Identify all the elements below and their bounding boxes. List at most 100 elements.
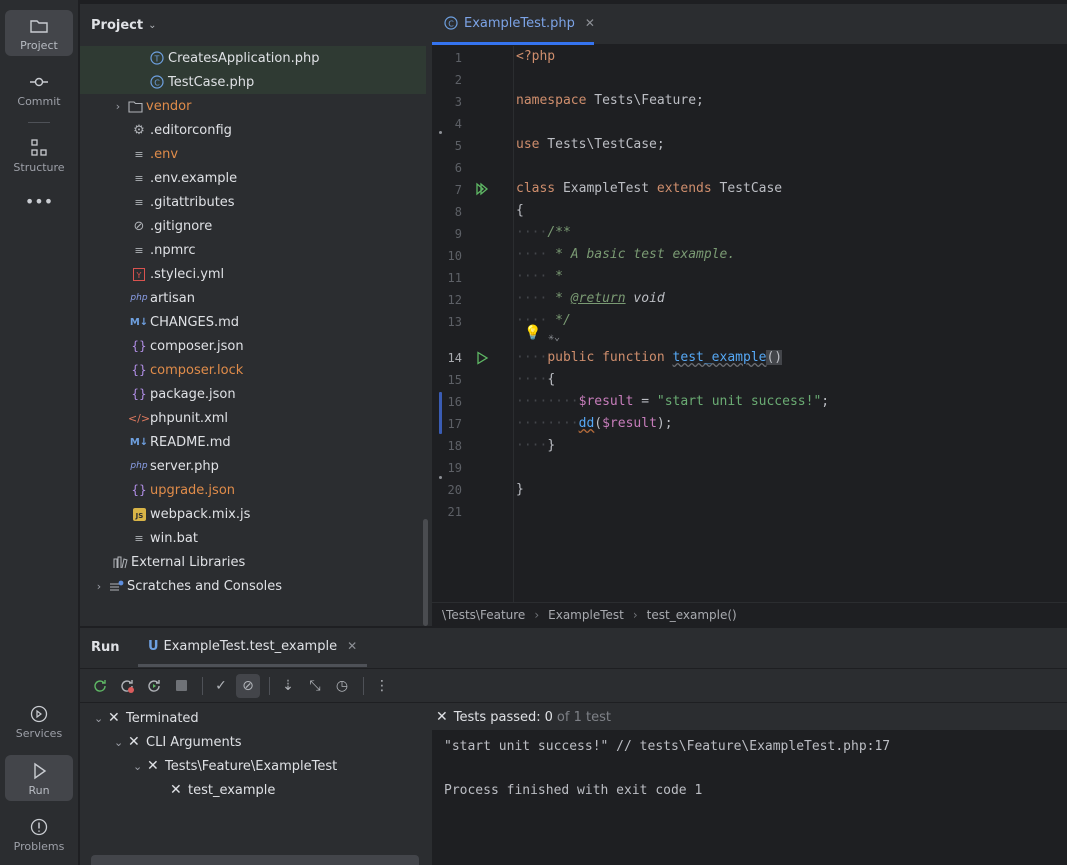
tree-item-readme-md[interactable]: M↓ README.md (80, 430, 426, 454)
tree-item-env[interactable]: ≡ .env (80, 142, 426, 166)
tree-item-webpack-mix[interactable]: JS webpack.mix.js (80, 502, 426, 526)
chevron-right-icon[interactable]: › (110, 100, 126, 113)
code-line: ···· * @return void (516, 291, 665, 306)
toggle-auto-test-icon[interactable] (142, 674, 166, 698)
stop-icon[interactable] (169, 674, 193, 698)
sort-alphabetically-icon[interactable]: ⇣ (276, 674, 300, 698)
line-number: 13 (447, 315, 462, 329)
project-panel-title: Project (91, 17, 144, 33)
close-icon[interactable]: ✕ (585, 16, 595, 30)
run-test-icon[interactable] (475, 351, 489, 365)
tree-item-phpunit-xml[interactable]: </> phpunit.xml (80, 406, 426, 430)
fold-marker (439, 131, 442, 134)
project-tool-button[interactable]: Project (5, 10, 73, 56)
show-passed-icon[interactable]: ✓ (209, 674, 233, 698)
test-history-icon[interactable]: ◷ (330, 674, 354, 698)
svg-text:C: C (154, 78, 160, 87)
chevron-down-icon[interactable]: ⌄ (114, 736, 128, 749)
folder-icon (30, 20, 48, 33)
code-line: class ExampleTest extends TestCase (516, 181, 783, 196)
code-line: use Tests\TestCase; (516, 137, 665, 152)
fold-marker (439, 476, 442, 479)
run-tool-button[interactable]: Run (5, 755, 73, 801)
php-file-icon: php (130, 293, 148, 303)
commit-tool-button[interactable]: Commit (5, 66, 73, 112)
tree-item-external-libraries[interactable]: External Libraries (80, 550, 426, 574)
line-number: 3 (454, 95, 462, 109)
text-file-icon: ≡ (134, 171, 144, 185)
run-class-icon[interactable] (475, 182, 489, 196)
tree-item-composer-lock[interactable]: {} composer.lock (80, 358, 426, 382)
more-icon: ••• (24, 192, 54, 211)
collapse-all-icon[interactable]: ⤡ (303, 674, 327, 698)
show-ignored-icon[interactable]: ⊘ (236, 673, 260, 698)
tree-item-editorconfig[interactable]: ⚙ .editorconfig (80, 118, 426, 142)
library-icon (111, 554, 129, 570)
structure-icon (31, 139, 47, 156)
tree-item-env-example[interactable]: ≡ .env.example (80, 166, 426, 190)
tree-item-gitattributes[interactable]: ≡ .gitattributes (80, 190, 426, 214)
tree-item-composer-json[interactable]: {} composer.json (80, 334, 426, 358)
tree-item-npmrc[interactable]: ≡ .npmrc (80, 238, 426, 262)
breadcrumb-method[interactable]: test_example() (647, 608, 737, 622)
test-node-label: Terminated (126, 710, 199, 726)
problems-tool-button[interactable]: Problems (5, 811, 73, 857)
test-node-exampletest[interactable]: ⌄ ✕ Tests\Feature\ExampleTest (133, 755, 337, 777)
folder-icon (126, 98, 144, 114)
project-panel-header[interactable]: Project ⌄ (80, 4, 432, 46)
vcs-change-marker[interactable] (439, 392, 442, 434)
svg-text:C: C (448, 19, 454, 28)
tree-item-artisan[interactable]: php artisan (80, 286, 426, 310)
tree-item-upgrade-json[interactable]: {} upgrade.json (80, 478, 426, 502)
breadcrumb-class[interactable]: ExampleTest (548, 608, 624, 622)
structure-tool-button[interactable]: Structure (5, 132, 73, 178)
failed-icon: ✕ (128, 734, 140, 750)
project-scrollbar[interactable] (423, 519, 428, 626)
more-options-icon[interactable]: ⋮ (370, 674, 394, 698)
run-console[interactable]: ✕ Tests passed: 0 of 1 test "start unit … (432, 704, 1067, 865)
line-number: 9 (454, 227, 462, 241)
code-editor[interactable]: <?php namespace Tests\Feature; use Tests… (514, 46, 1067, 602)
tree-item-label: composer.lock (150, 362, 244, 378)
tree-item-styleci[interactable]: Y .styleci.yml (80, 262, 426, 286)
chevron-right-icon[interactable]: › (91, 580, 107, 593)
tree-item-package-json[interactable]: {} package.json (80, 382, 426, 406)
problems-tool-label: Problems (13, 840, 65, 853)
line-number: 18 (447, 439, 462, 453)
chevron-down-icon[interactable]: ⌄ (133, 760, 147, 773)
test-node-cli-arguments[interactable]: ⌄ ✕ CLI Arguments (114, 731, 242, 753)
tree-item-label: .styleci.yml (150, 266, 225, 282)
test-node-terminated[interactable]: ⌄ ✕ Terminated (94, 707, 199, 729)
run-panel-title: Run (91, 640, 120, 655)
more-tools-button[interactable]: ••• (5, 190, 73, 218)
chevron-down-icon[interactable]: ⌄ (148, 20, 156, 31)
tree-item-gitignore[interactable]: ⊘ .gitignore (80, 214, 426, 238)
breadcrumb-namespace[interactable]: \Tests\Feature (442, 608, 525, 622)
line-number: 5 (454, 139, 462, 153)
tree-item-win-bat[interactable]: ≡ win.bat (80, 526, 426, 550)
line-number: 19 (447, 461, 462, 475)
line-number: 4 (454, 117, 462, 131)
json-icon: {} (131, 483, 147, 497)
ignore-file-icon: ⊘ (133, 218, 145, 234)
rerun-failed-icon[interactable] (115, 674, 139, 698)
lightbulb-icon[interactable]: 💡 (524, 325, 541, 341)
editor-tab-exampletest[interactable]: C ExampleTest.php ✕ (432, 4, 595, 45)
line-number: 12 (447, 293, 462, 307)
test-node-test-example[interactable]: ✕ test_example (170, 779, 275, 801)
line-number: 11 (447, 271, 462, 285)
close-icon[interactable]: ✕ (347, 639, 357, 653)
tree-item-createsapplication[interactable]: T CreatesApplication.php (80, 46, 426, 70)
code-line: ········$result = "start unit success!"; (516, 394, 830, 409)
tree-item-testcase[interactable]: C TestCase.php (80, 70, 426, 94)
tree-item-server-php[interactable]: php server.php (80, 454, 426, 478)
run-tab-exampletest[interactable]: Ս ExampleTest.test_example ✕ (138, 628, 368, 667)
tree-item-label: .editorconfig (150, 122, 232, 138)
tree-item-scratches[interactable]: › Scratches and Consoles (80, 574, 426, 598)
ai-actions-icon[interactable]: ✳⌄ (548, 332, 560, 343)
tree-item-vendor[interactable]: › vendor (80, 94, 426, 118)
rerun-icon[interactable] (88, 674, 112, 698)
chevron-down-icon[interactable]: ⌄ (94, 712, 108, 725)
services-tool-button[interactable]: Services (5, 698, 73, 744)
tree-item-changes-md[interactable]: M↓ CHANGES.md (80, 310, 426, 334)
